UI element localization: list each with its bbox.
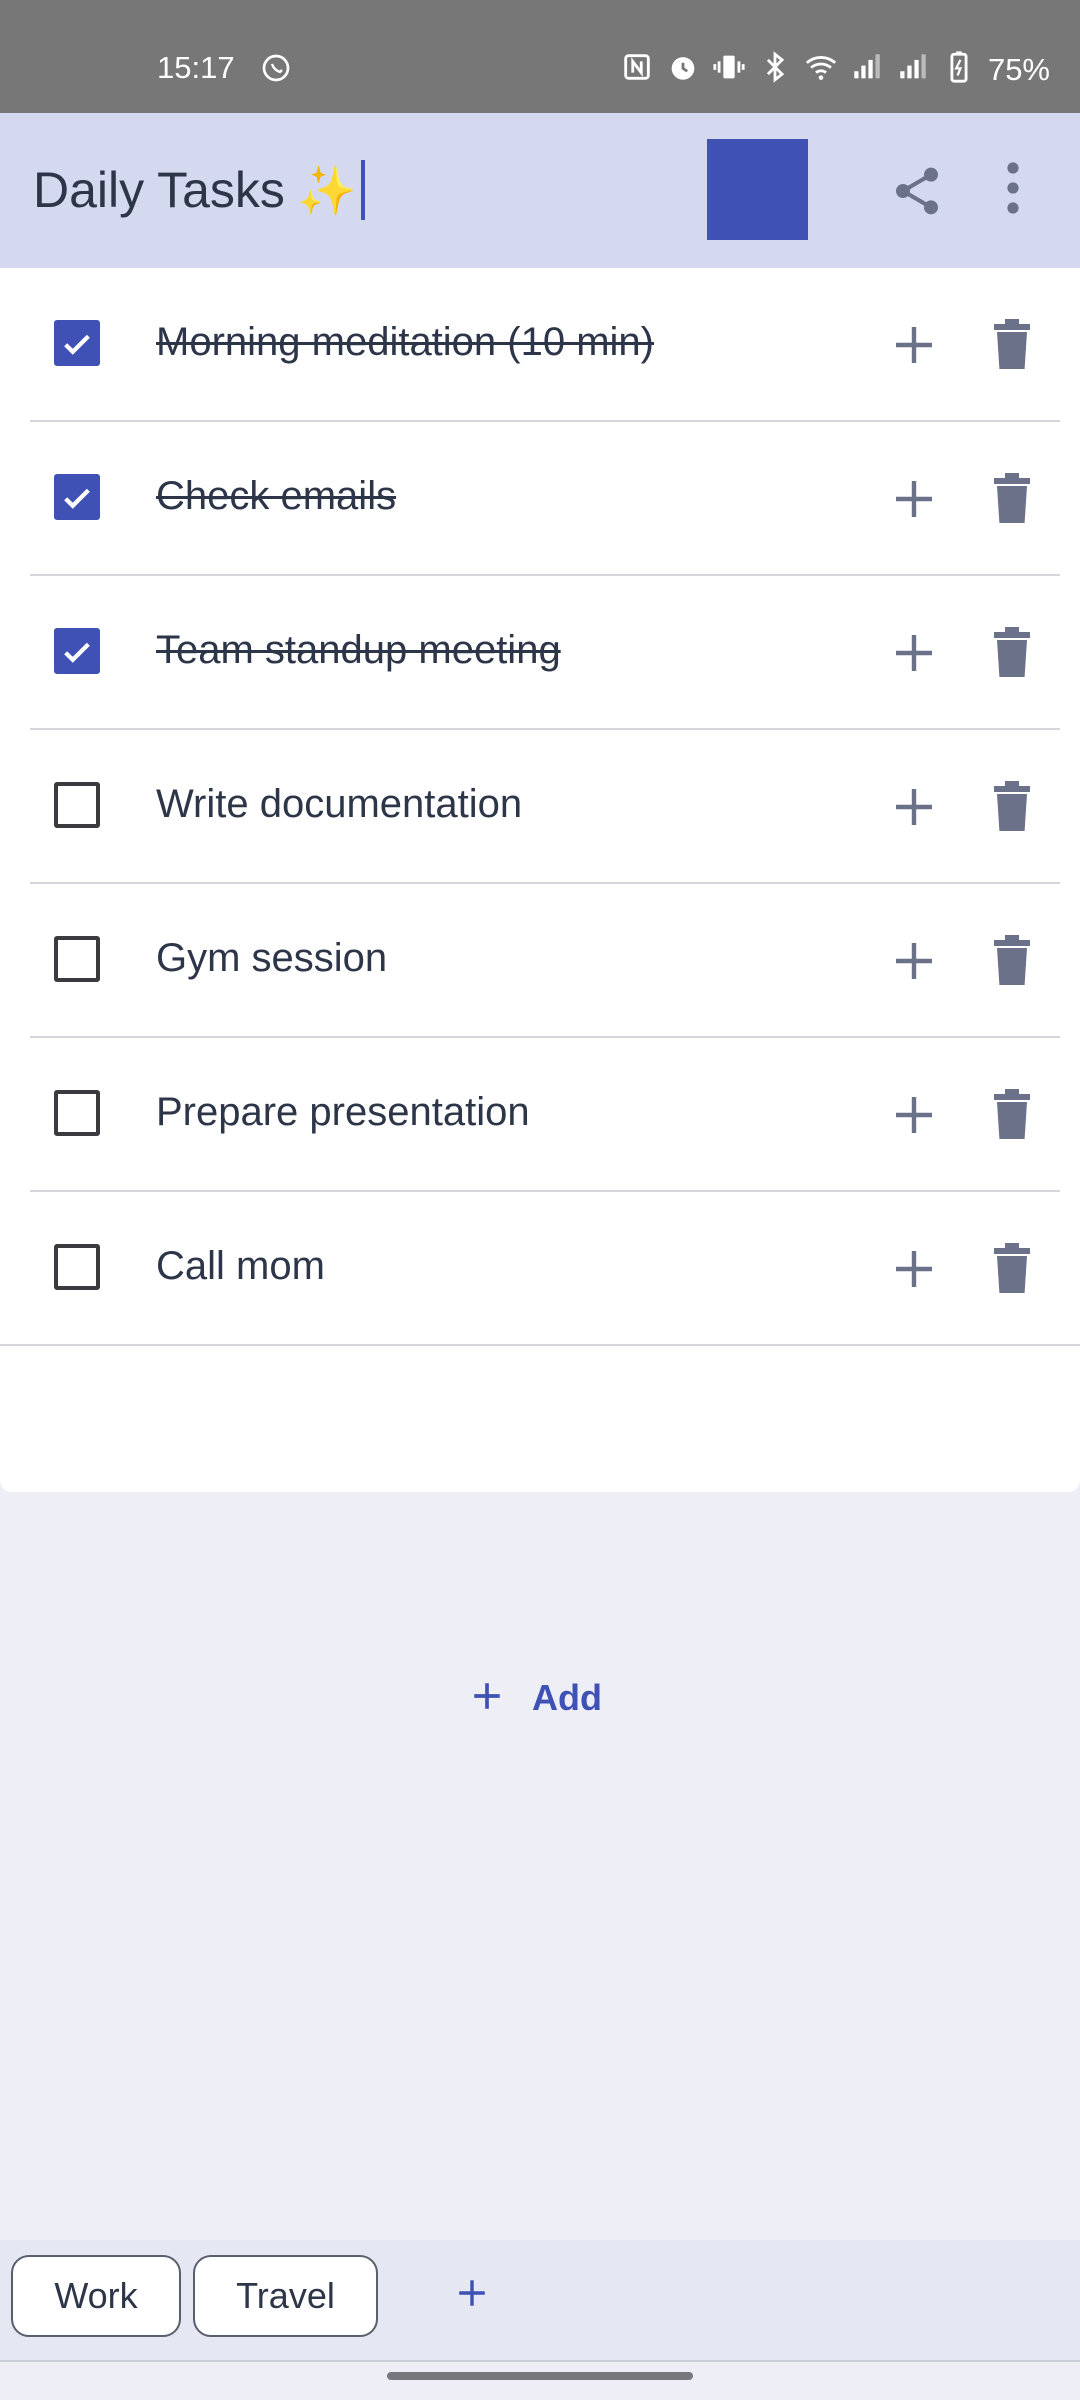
- sparkles-emoji: ✨: [296, 164, 357, 218]
- status-time: 15:17: [157, 50, 235, 85]
- delete-icon[interactable]: [992, 1242, 1032, 1294]
- task-list: Morning meditation (10 min) Check emails T…: [0, 268, 1080, 1718]
- add-button[interactable]: Add: [470, 1668, 602, 1728]
- vibrate-icon: [712, 50, 746, 89]
- task-checkbox[interactable]: [54, 936, 100, 982]
- nfc-icon: [620, 50, 654, 89]
- task-checkbox[interactable]: [54, 628, 100, 674]
- battery-charging-icon: [942, 50, 976, 89]
- wifi-icon: [804, 50, 838, 89]
- task-checkbox[interactable]: [54, 1244, 100, 1290]
- tab-travel[interactable]: Travel: [193, 2255, 378, 2337]
- task-label[interactable]: Prepare presentation: [156, 1090, 530, 1135]
- add-subtask-icon[interactable]: [890, 475, 938, 523]
- tab-label: Work: [54, 2275, 138, 2316]
- delete-icon[interactable]: [992, 780, 1032, 832]
- task-row: Gym session: [0, 884, 1080, 1038]
- add-subtask-icon[interactable]: [890, 629, 938, 677]
- signal-icon: [850, 50, 884, 89]
- more-vert-icon[interactable]: [998, 158, 1028, 218]
- bluetooth-icon: [758, 50, 792, 89]
- task-checkbox[interactable]: [54, 320, 100, 366]
- task-label[interactable]: Call mom: [156, 1244, 325, 1289]
- task-label[interactable]: Write documentation: [156, 782, 522, 827]
- task-label[interactable]: Morning meditation (10 min): [156, 320, 654, 365]
- gesture-bar[interactable]: [387, 2372, 693, 2380]
- task-row: Call mom: [0, 1192, 1080, 1346]
- row-divider: [0, 1344, 1080, 1346]
- delete-icon[interactable]: [992, 934, 1032, 986]
- task-checkbox[interactable]: [54, 1090, 100, 1136]
- share-icon[interactable]: [889, 163, 945, 219]
- add-subtask-icon[interactable]: [890, 1245, 938, 1293]
- add-tab-icon[interactable]: [455, 2276, 489, 2310]
- task-row: Check emails: [0, 422, 1080, 576]
- add-label: Add: [532, 1677, 602, 1718]
- add-subtask-icon[interactable]: [890, 937, 938, 985]
- task-label[interactable]: Team standup meeting: [156, 628, 561, 673]
- battery-percent: 75%: [987, 51, 1050, 87]
- chat-icon: [260, 52, 292, 84]
- delete-icon[interactable]: [992, 318, 1032, 370]
- add-subtask-icon[interactable]: [890, 321, 938, 369]
- task-row: Morning meditation (10 min): [0, 268, 1080, 422]
- app-bar: Daily Tasks ✨: [0, 113, 1080, 268]
- alarm-icon: [666, 50, 700, 89]
- signal-icon: [896, 50, 930, 89]
- plus-icon: [470, 1679, 504, 1718]
- page-title[interactable]: Daily Tasks: [33, 161, 285, 219]
- task-label[interactable]: Gym session: [156, 936, 387, 981]
- task-row: Team standup meeting: [0, 576, 1080, 730]
- title-field[interactable]: Daily Tasks ✨: [33, 160, 365, 220]
- delete-icon[interactable]: [992, 626, 1032, 678]
- status-bar: 15:17 75%: [0, 0, 1080, 113]
- bottom-tab-bar: Work Travel: [0, 2240, 1080, 2362]
- delete-icon[interactable]: [992, 1088, 1032, 1140]
- add-subtask-icon[interactable]: [890, 783, 938, 831]
- status-icons: 75%: [620, 50, 1050, 89]
- add-subtask-icon[interactable]: [890, 1091, 938, 1139]
- task-row: Prepare presentation: [0, 1038, 1080, 1192]
- list-color-button[interactable]: [707, 139, 808, 240]
- task-checkbox[interactable]: [54, 474, 100, 520]
- delete-icon[interactable]: [992, 472, 1032, 524]
- task-label[interactable]: Check emails: [156, 474, 396, 519]
- task-row: Write documentation: [0, 730, 1080, 884]
- task-checkbox[interactable]: [54, 782, 100, 828]
- tab-label: Travel: [236, 2275, 335, 2316]
- tab-work[interactable]: Work: [11, 2255, 181, 2337]
- text-cursor: [360, 160, 365, 220]
